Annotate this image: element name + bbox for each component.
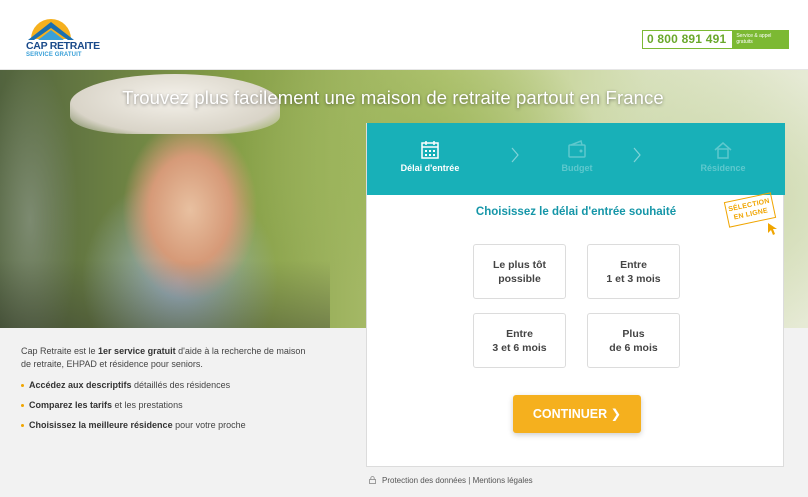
benefit-text: détaillés des résidences <box>131 380 231 390</box>
step-label: Résidence <box>700 163 746 173</box>
benefit-item: Comparez les tarifs et les prestations <box>21 399 311 412</box>
benefits-list: Accédez aux descriptifs détaillés des ré… <box>21 379 311 432</box>
sun-roof-logo-icon <box>28 19 74 40</box>
step-entry-delay[interactable]: Délai d'entrée <box>370 123 490 195</box>
benefit-bold: Choisissez la meilleure résidence <box>29 420 173 430</box>
benefit-bold: Accédez aux descriptifs <box>29 380 132 390</box>
benefit-bold: Comparez les tarifs <box>29 400 113 410</box>
form-steps-bar: Délai d'entrée Budget Résidence <box>367 123 785 195</box>
phone-service-tag: Service & appel gratuits <box>732 31 789 48</box>
privacy-link[interactable]: Protection des données <box>382 476 466 485</box>
footer-separator: | <box>468 476 471 485</box>
option-3-6-months[interactable]: Entre 3 et 6 mois <box>473 313 566 368</box>
hero-title-text: Trouvez plus facilement une maison de re… <box>122 87 664 108</box>
legal-link[interactable]: Mentions légales <box>473 476 533 485</box>
hero-photo-shadow <box>0 260 330 328</box>
phone-number-banner[interactable]: 0 800 891 491 Service & appel gratuits <box>642 30 790 49</box>
option-line-2: 3 et 6 mois <box>492 341 547 354</box>
step-label: Budget <box>561 163 593 173</box>
step-residence[interactable]: Résidence <box>663 123 783 195</box>
lock-icon <box>369 476 376 484</box>
cursor-pointer-icon <box>768 223 777 235</box>
service-description: Cap Retraite est le 1er service gratuit … <box>21 345 311 439</box>
benefit-text: et les prestations <box>112 400 183 410</box>
intro-text-start: Cap Retraite est le <box>21 346 99 356</box>
phone-number[interactable]: 0 800 891 491 <box>643 31 732 48</box>
option-line-2: de 6 mois <box>609 341 658 354</box>
continue-button[interactable]: CONTINUER ❯ <box>513 395 641 433</box>
hero-title: Trouvez plus facilement une maison de re… <box>0 87 808 109</box>
option-asap[interactable]: Le plus tôt possible <box>473 244 566 299</box>
step-label: Délai d'entrée <box>400 163 460 173</box>
intro-paragraph: Cap Retraite est le 1er service gratuit … <box>21 345 311 371</box>
benefit-text: pour votre proche <box>172 420 246 430</box>
option-1-3-months[interactable]: Entre 1 et 3 mois <box>587 244 680 299</box>
option-line-1: Plus <box>622 327 645 340</box>
benefit-item: Accédez aux descriptifs détaillés des ré… <box>21 379 311 392</box>
option-line-1: Le plus tôt <box>492 258 547 271</box>
form-title: Choisissez le délai d'entrée souhaité <box>475 206 677 218</box>
home-icon <box>714 142 732 159</box>
option-line-2: possible <box>498 272 541 285</box>
calendar-icon <box>421 141 439 159</box>
logo-name: CAP RETRAITE <box>26 40 100 52</box>
step-budget[interactable]: Budget <box>517 123 637 195</box>
site-header: CAP RETRAITE SERVICE GRATUIT 0 800 891 4… <box>0 0 808 70</box>
wallet-icon <box>568 140 586 158</box>
option-line-1: Entre <box>506 327 533 340</box>
logo-tagline: SERVICE GRATUIT <box>26 52 82 58</box>
intro-bold: 1er service gratuit <box>98 346 176 356</box>
cap-retraite-logo[interactable]: CAP RETRAITE SERVICE GRATUIT <box>22 14 100 60</box>
benefit-item: Choisissez la meilleure résidence pour v… <box>21 419 311 432</box>
option-line-2: 1 et 3 mois <box>606 272 661 285</box>
option-over-6-months[interactable]: Plus de 6 mois <box>587 313 680 368</box>
footer-links: Protection des données | Mentions légale… <box>369 476 533 485</box>
option-line-1: Entre <box>620 258 647 271</box>
search-form-card: Délai d'entrée Budget Résidence Choisiss… <box>366 123 785 467</box>
chevron-right-icon <box>633 147 641 163</box>
